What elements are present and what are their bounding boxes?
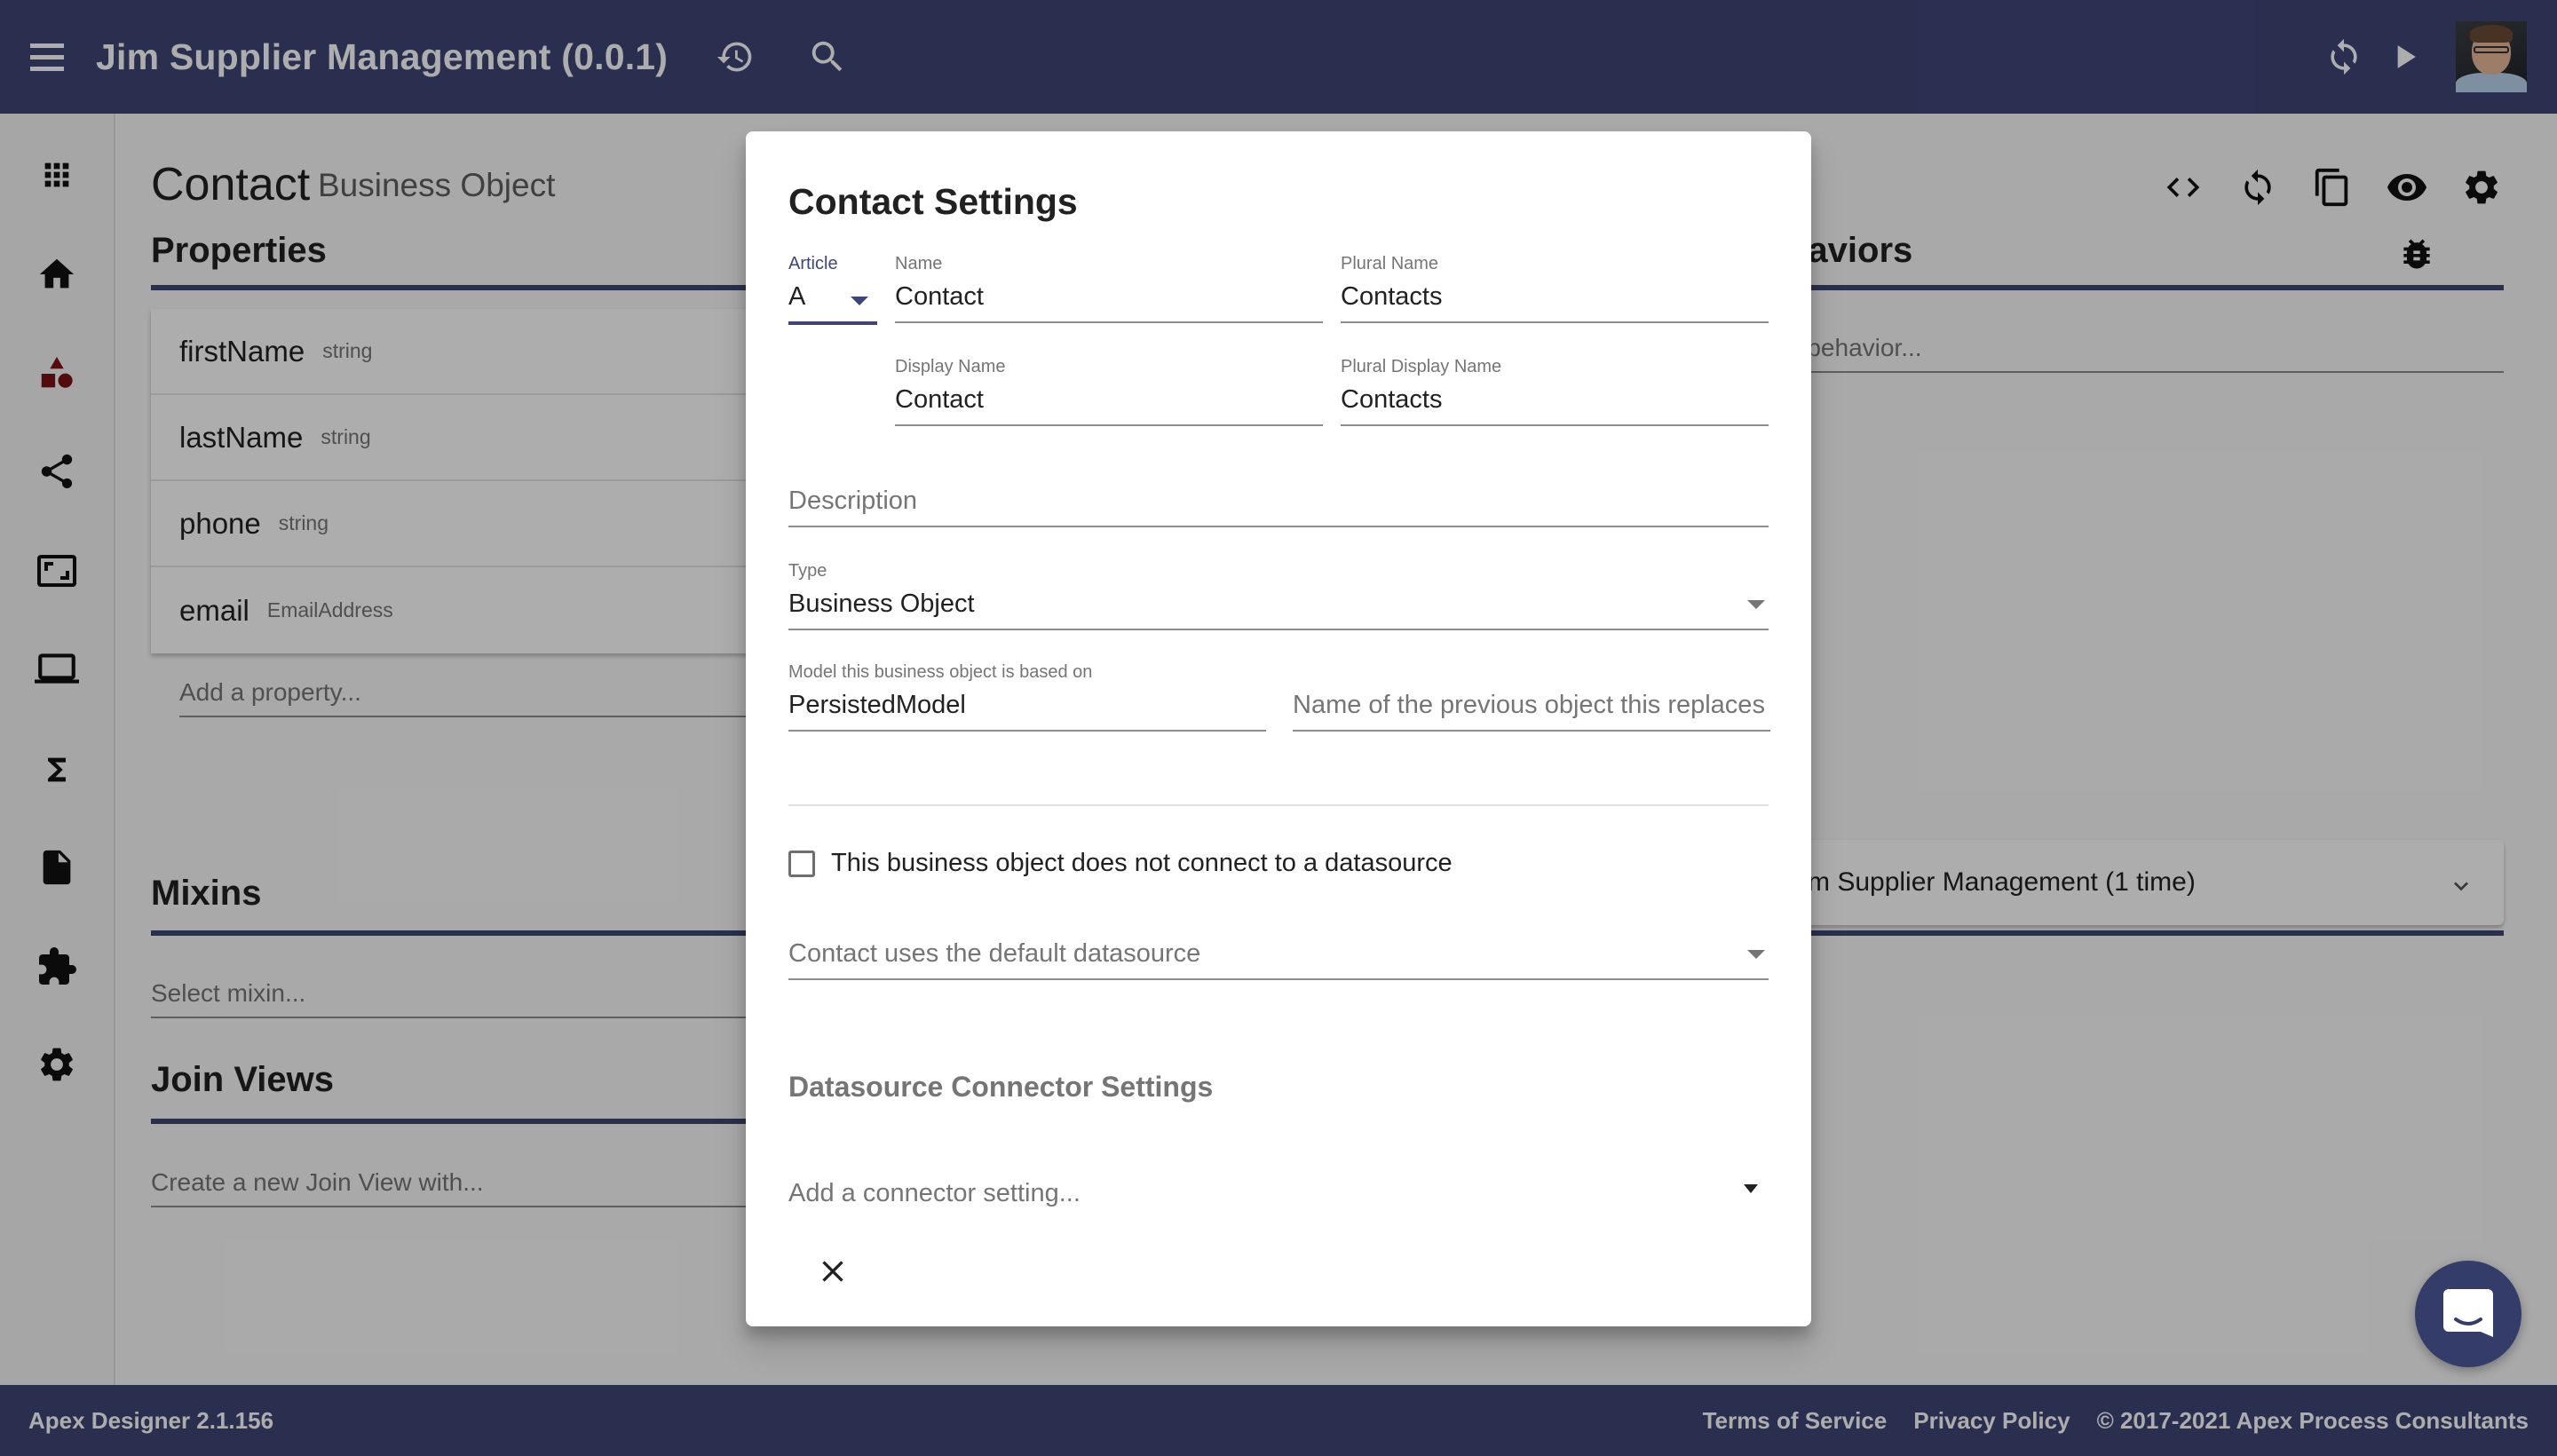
plural-display-name-label: Plural Display Name — [1341, 357, 1502, 376]
article-label: Article — [788, 254, 838, 273]
name-value: Contact — [895, 282, 984, 311]
connector-placeholder: Add a connector setting... — [788, 1179, 1081, 1207]
chat-button[interactable] — [2415, 1261, 2521, 1367]
close-button[interactable] — [808, 1246, 858, 1296]
caret-down-icon — [851, 297, 868, 305]
description-placeholder: Description — [788, 487, 918, 515]
plural-name-field[interactable]: Plural Name Contacts — [1341, 254, 1769, 323]
connector-setting-select[interactable]: Add a connector setting... — [788, 1175, 1769, 1211]
display-name-value: Contact — [895, 385, 984, 414]
section-divider — [788, 804, 1769, 806]
no-datasource-checkbox[interactable] — [788, 850, 815, 877]
name-label: Name — [895, 254, 943, 273]
datasource-placeholder: Contact uses the default datasource — [788, 939, 1201, 968]
caret-down-icon — [1747, 600, 1765, 609]
based-on-model-field[interactable]: Model this business object is based on P… — [788, 662, 1266, 732]
contact-settings-dialog: Contact Settings Article A Name Contact … — [746, 131, 1811, 1326]
type-select[interactable]: Type Business Object — [788, 561, 1769, 630]
replaces-placeholder: Name of the previous object this replace… — [1293, 691, 1765, 719]
plural-display-name-value: Contacts — [1341, 385, 1443, 414]
plural-display-name-field[interactable]: Plural Display Name Contacts — [1341, 357, 1769, 426]
caret-down-icon — [1747, 950, 1765, 959]
type-label: Type — [788, 561, 827, 581]
name-field[interactable]: Name Contact — [895, 254, 1323, 323]
connector-settings-heading: Datasource Connector Settings — [788, 1071, 1214, 1103]
datasource-select[interactable]: Contact uses the default datasource — [788, 936, 1769, 980]
display-name-label: Display Name — [895, 357, 1006, 376]
caret-down-icon — [1744, 1184, 1758, 1193]
plural-name-value: Contacts — [1341, 282, 1443, 311]
no-datasource-label: This business object does not connect to… — [831, 849, 1453, 877]
type-value: Business Object — [788, 590, 975, 618]
display-name-field[interactable]: Display Name Contact — [895, 357, 1323, 426]
dialog-title: Contact Settings — [788, 181, 1078, 222]
based-on-label: Model this business object is based on — [788, 662, 1093, 682]
based-on-value: PersistedModel — [788, 691, 966, 719]
plural-name-label: Plural Name — [1341, 254, 1439, 273]
replaces-field[interactable]: Name of the previous object this replace… — [1293, 687, 1770, 732]
close-icon — [822, 1261, 843, 1282]
article-select[interactable]: Article A — [788, 254, 877, 325]
chat-icon — [2443, 1289, 2493, 1337]
no-datasource-checkbox-row[interactable]: This business object does not connect to… — [788, 849, 1453, 878]
description-field[interactable]: Description — [788, 483, 1769, 527]
